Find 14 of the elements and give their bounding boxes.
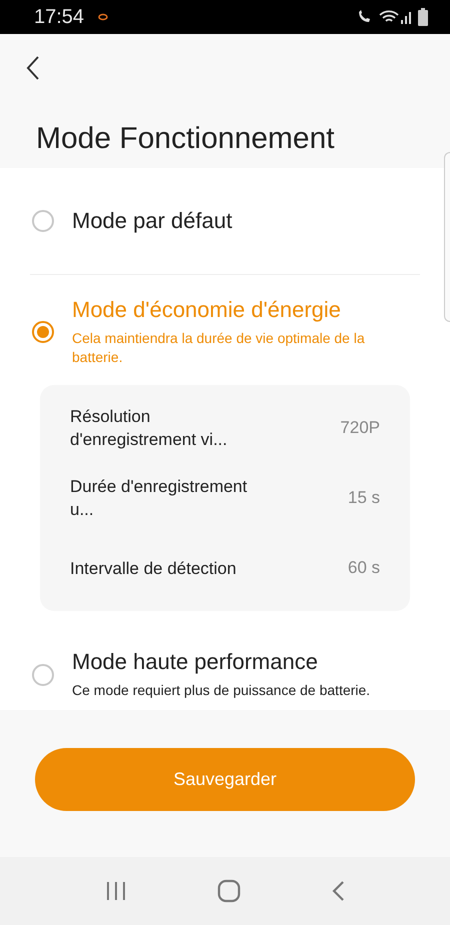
- setting-value: 60 s: [348, 558, 380, 578]
- mode-title: Mode par défaut: [72, 208, 232, 234]
- status-time: 17:54: [34, 6, 84, 28]
- mode-description: Ce mode requiert plus de puissance de batterie.: [72, 681, 370, 700]
- setting-value: 720P: [340, 418, 380, 438]
- setting-value: 15 s: [348, 488, 380, 508]
- save-button[interactable]: Sauvegarder: [35, 748, 415, 811]
- setting-label: Durée d'enregistrement u...: [70, 476, 248, 521]
- page-title: Mode Fonctionnement: [36, 122, 336, 156]
- mode-description: Cela maintiendra la durée de vie optimale de la batterie.: [72, 329, 366, 367]
- mode-title: Mode d'économie d'énergie: [72, 297, 342, 323]
- setting-label: Intervalle de détection: [70, 558, 238, 580]
- setting-label: Résolution d'enregistrement vi...: [70, 406, 228, 451]
- mode-title: Mode haute performance: [72, 649, 319, 675]
